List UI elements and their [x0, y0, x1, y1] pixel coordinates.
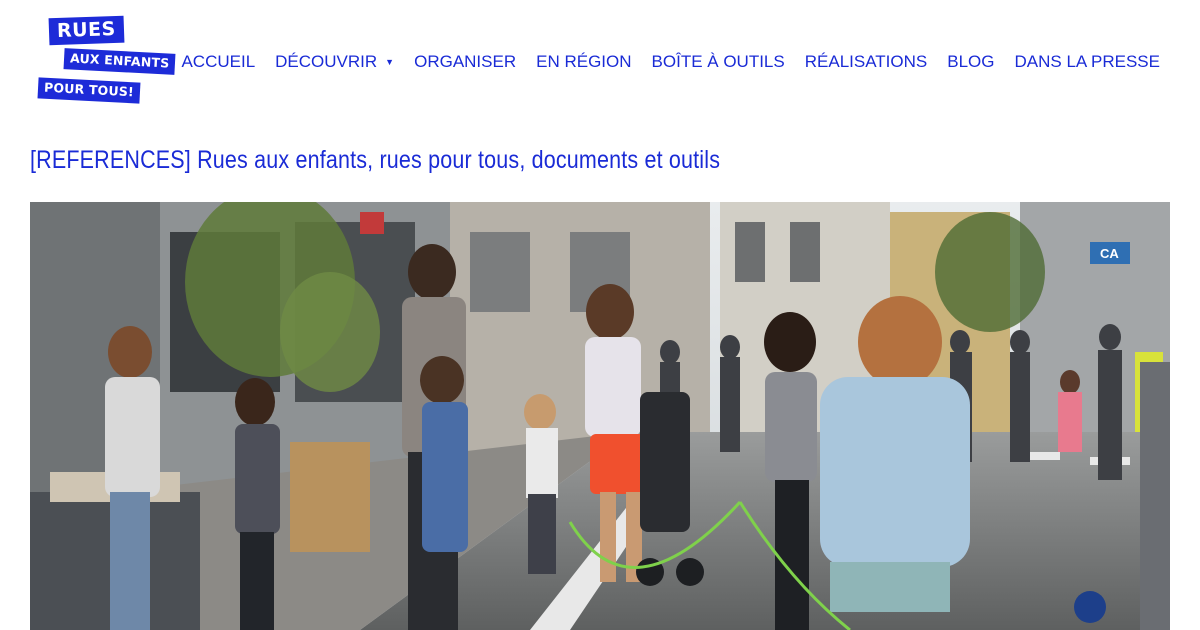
- logo-line-1: RUES: [48, 15, 125, 46]
- nav-item-label: EN RÉGION: [536, 52, 632, 71]
- nav-item-realisations[interactable]: RÉALISATIONS: [805, 52, 928, 72]
- nav-item-label: ACCUEIL: [181, 52, 256, 71]
- site-logo[interactable]: RUES AUX ENFANTS POUR TOUS!: [37, 15, 176, 106]
- nav-item-blog[interactable]: BLOG: [947, 52, 994, 72]
- main-navigation: ACCUEIL DÉCOUVRIR ▼ ORGANISER EN RÉGION B…: [181, 52, 1160, 72]
- nav-item-label: DANS LA PRESSE: [1014, 52, 1160, 71]
- nav-item-dans-la-presse[interactable]: DANS LA PRESSE: [1014, 52, 1160, 72]
- nav-item-label: ORGANISER: [414, 52, 517, 71]
- page-title: [REFERENCES] Rues aux enfants, rues pour…: [30, 146, 721, 174]
- nav-item-decouvrir[interactable]: DÉCOUVRIR ▼: [275, 52, 394, 72]
- logo-line-2: AUX ENFANTS: [63, 48, 176, 75]
- nav-item-en-region[interactable]: EN RÉGION: [536, 52, 631, 72]
- nav-item-label: RÉALISATIONS: [804, 52, 928, 71]
- nav-item-accueil[interactable]: ACCUEIL: [181, 52, 255, 72]
- logo-line-3: POUR TOUS!: [37, 77, 141, 104]
- caret-down-icon[interactable]: ▼: [385, 57, 394, 67]
- nav-item-label: DÉCOUVRIR: [275, 52, 378, 71]
- nav-item-boite-a-outils[interactable]: BOÎTE À OUTILS: [652, 52, 785, 72]
- street-photo: CA: [30, 202, 1170, 630]
- nav-item-organiser[interactable]: ORGANISER: [414, 52, 516, 72]
- hero-image: CA: [30, 202, 1170, 630]
- nav-item-label: BOÎTE À OUTILS: [651, 52, 785, 71]
- nav-item-label: BLOG: [947, 52, 995, 71]
- shop-sign: CA: [1100, 246, 1119, 261]
